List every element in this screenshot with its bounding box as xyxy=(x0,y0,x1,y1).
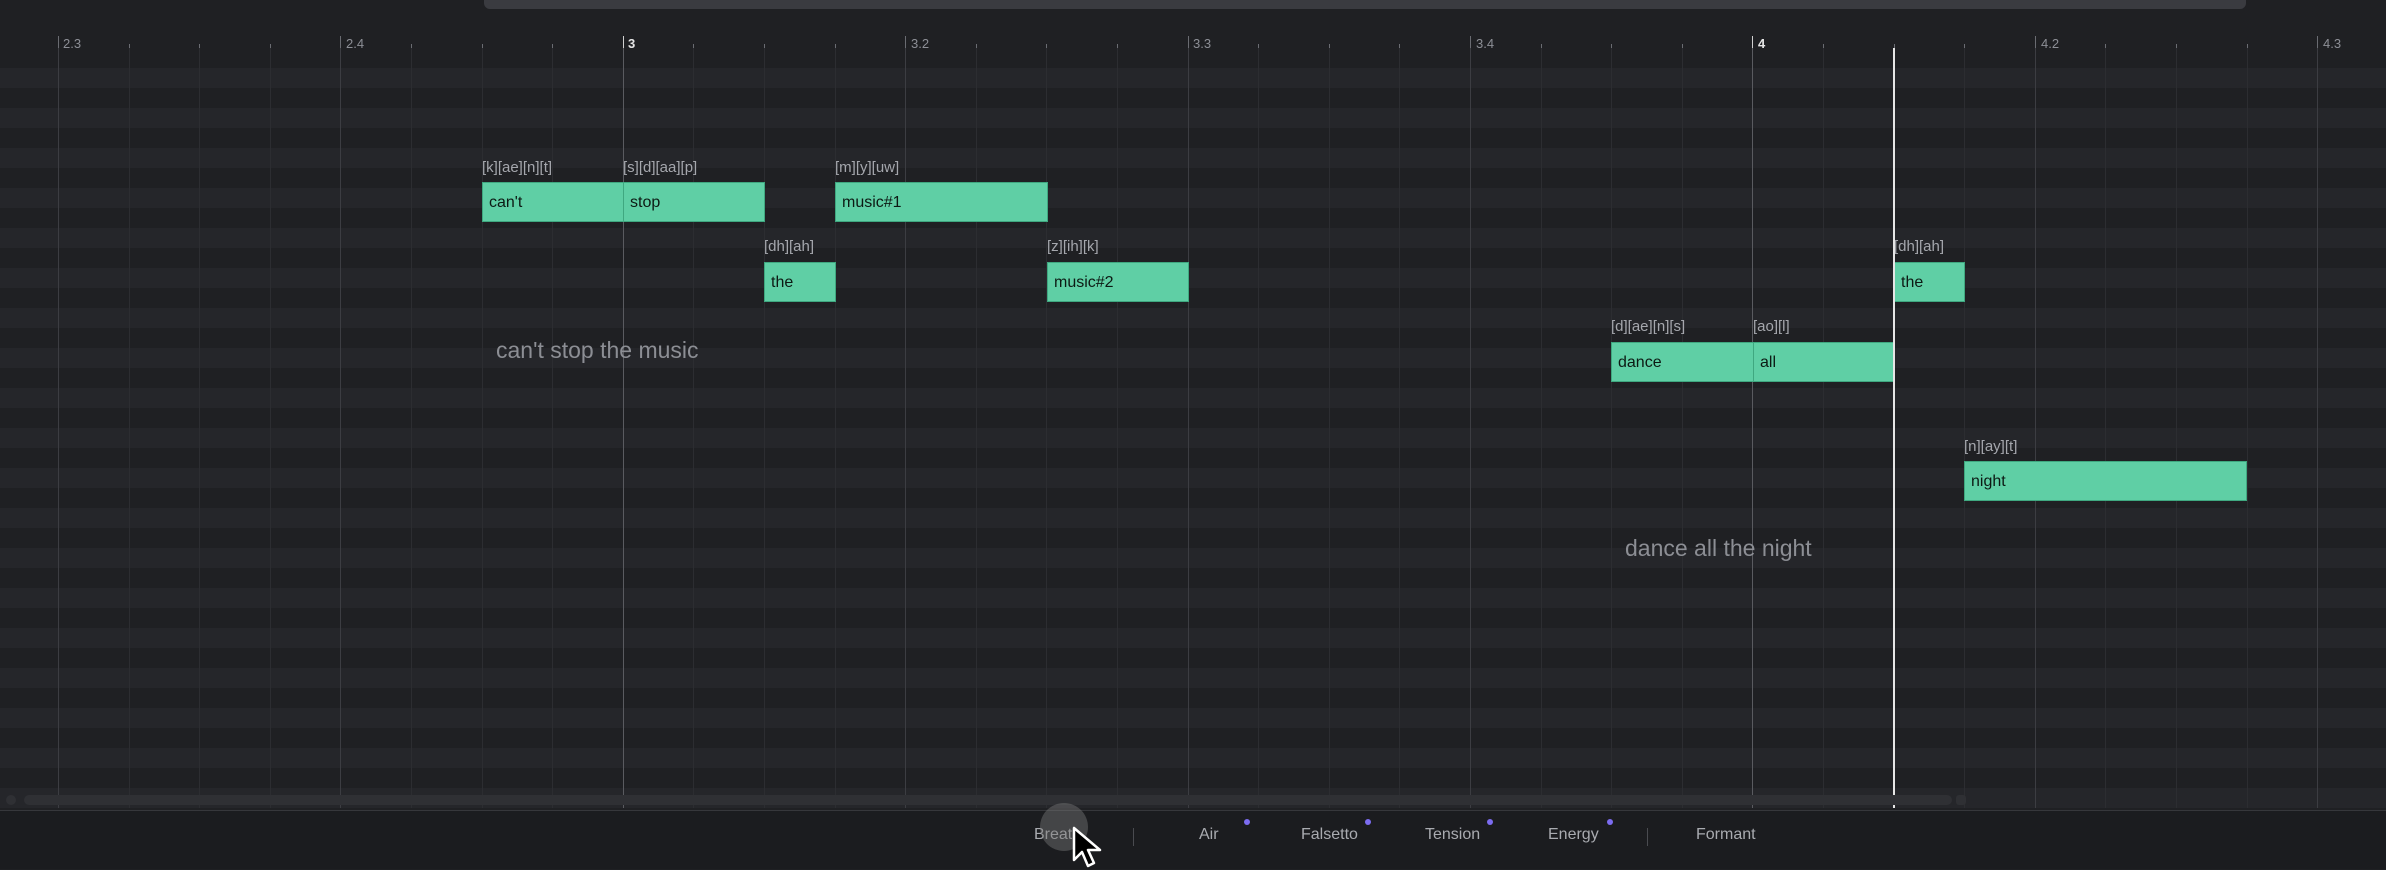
tab-tension[interactable]: Tension xyxy=(1425,826,1480,844)
hscroll-left-cap[interactable] xyxy=(6,795,16,805)
note-music-1[interactable]: music#1 xyxy=(835,182,1048,222)
grid-line xyxy=(1117,48,1118,808)
param-dot xyxy=(1365,819,1371,825)
mouse-cursor-icon xyxy=(1072,826,1102,868)
grid-line xyxy=(552,48,553,808)
phoneme-label: [s][d][aa][p] xyxy=(623,159,698,176)
grid-line xyxy=(270,48,271,808)
param-dot xyxy=(1244,819,1250,825)
phoneme-label: [k][ae][n][t] xyxy=(482,159,553,176)
grid-line xyxy=(1752,48,1753,808)
ruler-tick xyxy=(1470,36,1471,48)
horizontal-scrollbar[interactable] xyxy=(24,795,1952,805)
grid-line xyxy=(2105,48,2106,808)
note-all[interactable]: all xyxy=(1753,342,1895,382)
grid-line xyxy=(1823,48,1824,808)
note-dance[interactable]: dance xyxy=(1611,342,1754,382)
grid-line xyxy=(976,48,977,808)
note-the-2[interactable]: the xyxy=(1894,262,1965,302)
grid-line xyxy=(1611,48,1612,808)
phoneme-label: [dh][ah] xyxy=(764,238,815,255)
ruler-tick xyxy=(623,36,624,48)
tab-falsetto[interactable]: Falsetto xyxy=(1301,826,1358,844)
note-stop[interactable]: stop xyxy=(623,182,765,222)
grid-line xyxy=(411,48,412,808)
top-scrollbar[interactable] xyxy=(484,0,2246,9)
ruler-tick xyxy=(2317,36,2318,48)
grid-line xyxy=(1541,48,1542,808)
phoneme-label: [z][ih][k] xyxy=(1047,238,1099,255)
ruler-tick xyxy=(2035,36,2036,48)
note-cant[interactable]: can't xyxy=(482,182,624,222)
phoneme-label: [d][ae][n][s] xyxy=(1611,318,1686,335)
param-dot xyxy=(1487,819,1493,825)
ruler-tick xyxy=(1752,36,1753,48)
grid-line xyxy=(1329,48,1330,808)
grid-line xyxy=(1682,48,1683,808)
param-dot xyxy=(1607,819,1613,825)
phoneme-label: [n][ay][t] xyxy=(1964,438,2018,455)
grid-line xyxy=(764,48,765,808)
grid-line xyxy=(905,48,906,808)
grid-line xyxy=(2176,48,2177,808)
grid-line xyxy=(1046,48,1047,808)
grid-line xyxy=(129,48,130,808)
tab-formant[interactable]: Formant xyxy=(1696,826,1756,844)
grid-line xyxy=(199,48,200,808)
grid-line xyxy=(1188,48,1189,808)
tab-air[interactable]: Air xyxy=(1199,826,1219,844)
parameter-bar xyxy=(0,810,2386,869)
grid-line xyxy=(2035,48,2036,808)
grid-line xyxy=(2317,48,2318,808)
grid-line xyxy=(1964,48,1965,808)
phoneme-label: [m][y][uw] xyxy=(835,159,900,176)
note-music-2[interactable]: music#2 xyxy=(1047,262,1189,302)
phoneme-label: [ao][l] xyxy=(1753,318,1790,335)
ruler-tick xyxy=(340,36,341,48)
piano-roll-grid[interactable] xyxy=(0,48,2386,808)
hscroll-right-cap[interactable] xyxy=(1956,795,1966,805)
phrase-label: dance all the night xyxy=(1625,535,1812,561)
separator xyxy=(1647,828,1648,846)
tab-energy[interactable]: Energy xyxy=(1548,826,1599,844)
playhead[interactable] xyxy=(1893,48,1895,808)
grid-line xyxy=(2247,48,2248,808)
grid-line xyxy=(340,48,341,808)
note-the[interactable]: the xyxy=(764,262,836,302)
grid-line xyxy=(58,48,59,808)
grid-line xyxy=(1470,48,1471,808)
ruler-tick xyxy=(58,36,59,48)
timeline-ruler[interactable]: 2.3 2.4 3 3.2 3.3 3.4 4 4.2 4.3 xyxy=(0,14,2386,51)
separator xyxy=(1133,828,1134,846)
phrase-label: can't stop the music xyxy=(496,337,699,363)
ruler-tick xyxy=(905,36,906,48)
ruler-tick xyxy=(1188,36,1189,48)
note-night[interactable]: night xyxy=(1964,461,2247,501)
grid-line xyxy=(1399,48,1400,808)
phoneme-label: [dh][ah] xyxy=(1894,238,1945,255)
grid-line xyxy=(1258,48,1259,808)
